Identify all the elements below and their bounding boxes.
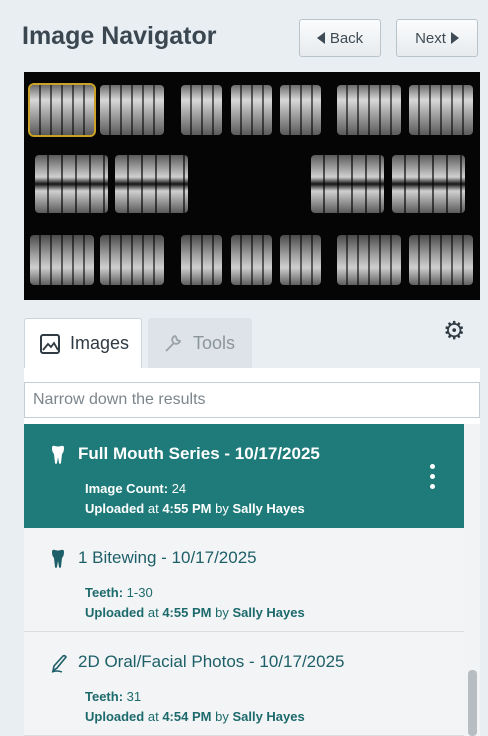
chevron-left-icon (316, 32, 325, 44)
meta-label: Teeth: (85, 689, 124, 704)
list-item[interactable]: 2D Oral/Facial Photos - 10/17/2025 Teeth… (24, 632, 464, 736)
tab-images-label: Images (70, 333, 130, 353)
at-word: at (147, 709, 159, 724)
back-button-label: Back (329, 29, 364, 47)
scrollbar-thumb[interactable] (468, 670, 477, 736)
upload-time: 4:55 PM (162, 501, 212, 516)
list-item-meta: Teeth: 31 (85, 689, 141, 704)
meta-value: 31 (126, 689, 142, 704)
xray-thumbnail[interactable] (115, 155, 188, 213)
next-button-label: Next (415, 29, 446, 47)
xray-thumbnail[interactable] (409, 85, 473, 135)
image-series-list: Full Mouth Series - 10/17/2025 Image Cou… (24, 424, 464, 736)
uploaded-word: Uploaded (85, 501, 145, 516)
chevron-right-icon (450, 32, 459, 44)
list-item[interactable]: 1 Bitewing - 10/17/2025 Teeth: 1-30 Uplo… (24, 528, 464, 632)
by-word: by (215, 605, 229, 620)
list-item-uploaded: Uploaded at 4:54 PM by Sally Hayes (85, 709, 305, 724)
upload-time: 4:55 PM (162, 605, 212, 620)
xray-thumbnail[interactable] (311, 155, 384, 213)
xray-thumbnail-viewer (24, 72, 480, 300)
list-item-uploaded: Uploaded at 4:55 PM by Sally Hayes (85, 501, 305, 516)
upload-user: Sally Hayes (232, 709, 305, 724)
at-word: at (147, 605, 159, 620)
meta-value: 24 (171, 481, 187, 496)
pen-icon (51, 654, 67, 673)
xray-thumbnail[interactable] (337, 235, 401, 285)
xray-thumbnail[interactable] (280, 235, 321, 285)
upload-time: 4:54 PM (162, 709, 212, 724)
tab-bar: Images Tools (24, 318, 480, 368)
search-input[interactable] (24, 382, 480, 418)
image-icon (40, 333, 60, 354)
xray-thumbnail[interactable] (337, 85, 401, 135)
meta-label: Image Count: (85, 481, 169, 496)
tab-tools[interactable]: Tools (148, 318, 252, 368)
tooth-icon (52, 549, 64, 568)
xray-thumbnail[interactable] (280, 85, 321, 135)
gear-icon[interactable]: ⚙ (443, 319, 465, 344)
page-title: Image Navigator (22, 22, 217, 50)
list-item-title: 2D Oral/Facial Photos - 10/17/2025 (78, 652, 345, 671)
list-item-uploaded: Uploaded at 4:55 PM by Sally Hayes (85, 605, 305, 620)
xray-thumbnail[interactable] (100, 85, 164, 135)
tab-images[interactable]: Images (24, 318, 142, 368)
by-word: by (215, 501, 229, 516)
list-item-meta: Teeth: 1-30 (85, 585, 153, 600)
xray-thumbnail[interactable] (392, 155, 465, 213)
upload-user: Sally Hayes (232, 501, 305, 516)
xray-thumbnail[interactable] (231, 235, 272, 285)
meta-label: Teeth: (85, 585, 124, 600)
tools-icon (165, 334, 182, 352)
xray-thumbnail[interactable] (35, 155, 108, 213)
xray-thumbnail[interactable] (28, 83, 96, 137)
header: Image Navigator Back Next (0, 0, 488, 72)
xray-thumbnail[interactable] (100, 235, 164, 285)
xray-thumbnail[interactable] (30, 235, 94, 285)
xray-thumbnail[interactable] (181, 235, 222, 285)
xray-thumbnail[interactable] (181, 85, 222, 135)
at-word: at (147, 501, 159, 516)
list-item-title: 1 Bitewing - 10/17/2025 (78, 548, 257, 567)
tooth-icon (52, 445, 64, 464)
xray-thumbnail[interactable] (409, 235, 473, 285)
list-item[interactable]: Full Mouth Series - 10/17/2025 Image Cou… (24, 424, 464, 528)
uploaded-word: Uploaded (85, 605, 145, 620)
more-options-icon[interactable] (428, 464, 436, 492)
list-item-meta: Image Count: 24 (85, 481, 186, 496)
xray-thumbnail[interactable] (231, 85, 272, 135)
uploaded-word: Uploaded (85, 709, 145, 724)
meta-value: 1-30 (126, 585, 153, 600)
by-word: by (215, 709, 229, 724)
images-panel: Full Mouth Series - 10/17/2025 Image Cou… (24, 368, 480, 736)
tab-tools-label: Tools (193, 332, 236, 353)
back-button[interactable]: Back (299, 19, 381, 57)
next-button[interactable]: Next (396, 19, 478, 57)
upload-user: Sally Hayes (232, 605, 305, 620)
list-item-title: Full Mouth Series - 10/17/2025 (78, 444, 320, 463)
